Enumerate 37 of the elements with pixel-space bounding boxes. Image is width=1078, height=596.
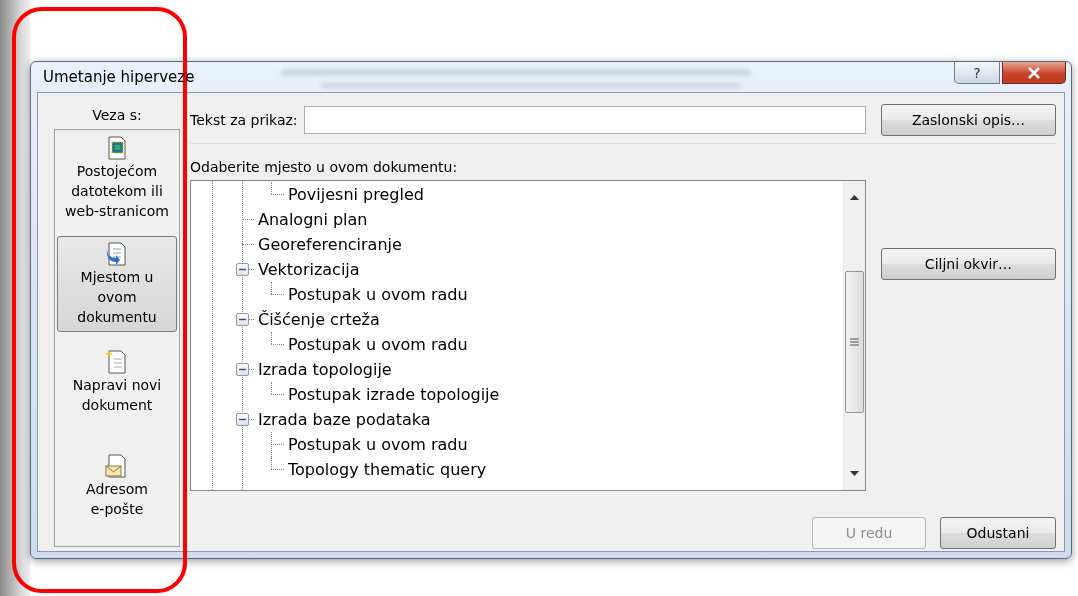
collapse-icon[interactable]: [236, 413, 249, 426]
text-to-display-field[interactable]: [303, 106, 866, 134]
tree-item[interactable]: Vektorizacija: [258, 260, 360, 279]
scrollbar[interactable]: [843, 181, 865, 490]
link-type-option[interactable]: Mjestom u ovom dokumentu: [57, 236, 177, 332]
tree-item[interactable]: Topology thematic query: [288, 460, 487, 479]
tree-item[interactable]: Postupak izrade topologije: [288, 385, 500, 404]
link-type-option[interactable]: Postojećom datotekom ili web-stranicom: [57, 130, 177, 234]
tree-item[interactable]: Postupak u ovom radu: [288, 435, 468, 454]
collapse-icon[interactable]: [236, 263, 249, 276]
tree-item[interactable]: Čišćenje crteža: [258, 310, 380, 329]
tree-item[interactable]: Povijesni pregled: [288, 185, 424, 204]
collapse-icon[interactable]: [236, 363, 249, 376]
scroll-up-icon[interactable]: [850, 195, 859, 200]
dialog-button[interactable]: Odustani: [940, 517, 1056, 549]
tree-item[interactable]: Georeferenciranje: [258, 235, 402, 254]
close-icon: [1027, 66, 1041, 79]
tree-item[interactable]: Postupak u ovom radu: [288, 335, 468, 354]
help-button[interactable]: ?: [954, 62, 1000, 84]
scroll-down-icon[interactable]: [850, 471, 859, 476]
tree-item[interactable]: Izrada topologije: [258, 360, 392, 379]
collapse-icon[interactable]: [236, 313, 249, 326]
screen-tip-button[interactable]: Zaslonski opis…: [881, 104, 1056, 136]
tree-item[interactable]: Analogni plan: [258, 210, 368, 229]
document-envelope-icon: [105, 453, 129, 479]
link-type-option[interactable]: Napravi novi dokument: [57, 344, 177, 430]
tree-item[interactable]: Postupak u ovom radu: [288, 285, 468, 304]
target-frame-button[interactable]: Ciljni okvir…: [881, 248, 1056, 280]
link-type-option[interactable]: Adresom e-pošte: [57, 448, 177, 532]
new-document-icon: [105, 349, 129, 375]
text-to-display-label: Tekst za prikaz:: [190, 111, 298, 130]
document-globe-icon: [105, 135, 129, 161]
tree-item[interactable]: Izrada baze podataka: [258, 410, 431, 429]
place-label: Odaberite mjesto u ovom dokumentu:: [190, 158, 459, 177]
close-button[interactable]: [1002, 62, 1066, 84]
scroll-thumb[interactable]: [845, 271, 864, 413]
link-to-label: Veza s:: [92, 106, 142, 125]
